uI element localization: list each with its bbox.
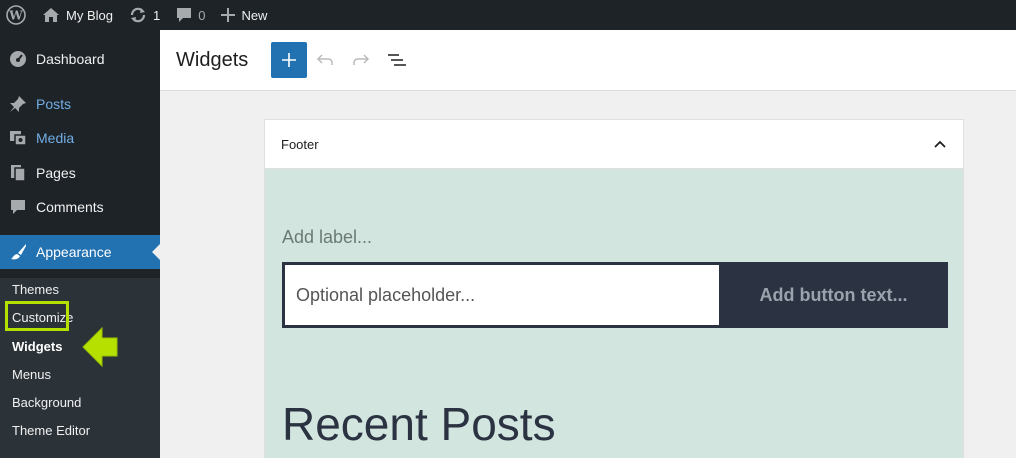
widget-area-title: Footer [281,136,319,152]
plus-icon [282,53,296,67]
submenu-background[interactable]: Background [12,393,81,413]
search-block: Optional placeholder... Add button text.… [282,262,948,328]
updates-icon [129,7,147,23]
pages-icon [0,164,36,182]
sidebar-item-comments[interactable]: Comments [0,190,160,224]
new-content-link[interactable]: New [213,0,275,30]
page-title: Widgets [176,48,249,71]
submenu-widgets[interactable]: Widgets [12,337,62,357]
comment-bubble-icon [176,7,192,23]
site-name: My Blog [66,7,113,23]
dashboard-icon [0,50,36,68]
widget-area-footer: Footer Add label... Optional placeholder… [264,119,964,458]
sidebar-item-label: Pages [36,165,76,181]
widgets-highlight-box [5,301,69,331]
wordpress-icon: W [6,5,26,25]
media-icon [0,129,36,147]
redo-icon [353,54,370,65]
widget-area-content: Add label... Optional placeholder... Add… [265,169,963,458]
updates-count: 1 [152,7,161,23]
undo-icon [316,54,333,65]
sidebar-item-pages[interactable]: Pages [0,156,160,190]
sidebar-item-label: Appearance [36,244,112,260]
sidebar-item-label: Media [36,130,75,146]
undo-button[interactable] [307,42,343,78]
plus-icon [221,8,236,22]
add-block-button[interactable] [271,42,307,78]
sidebar-item-label: Posts [36,96,72,112]
brush-icon [0,243,36,261]
updates-link[interactable]: 1 [121,0,168,30]
widget-area-header[interactable]: Footer [265,120,963,169]
comments-icon [0,198,36,216]
chevron-up-icon[interactable] [933,139,947,149]
editor-header: Widgets [160,30,1016,91]
list-view-icon [388,54,406,66]
wordpress-logo-button[interactable]: W [0,0,34,30]
sidebar-item-dashboard[interactable]: Dashboard [0,42,160,76]
search-button-text-field[interactable]: Add button text... [719,262,948,328]
submenu-menus[interactable]: Menus [12,365,51,385]
submenu-themes[interactable]: Themes [12,280,59,300]
search-label-field[interactable]: Add label... [282,227,372,248]
sidebar-item-posts[interactable]: Posts [0,87,160,121]
site-name-link[interactable]: My Blog [34,0,121,30]
callout-arrow-icon [82,326,118,368]
list-view-button[interactable] [379,42,415,78]
svg-text:W: W [8,9,23,23]
sidebar-item-label: Dashboard [36,51,105,67]
sidebar-item-appearance[interactable]: Appearance [0,235,160,269]
admin-bar: W My Blog 1 0 New [0,0,1016,30]
current-menu-notch [152,244,160,260]
pin-icon [0,95,36,113]
comments-count: 0 [198,7,206,23]
home-icon [42,7,60,23]
search-placeholder-field[interactable]: Optional placeholder... [285,265,719,325]
comments-link[interactable]: 0 [168,0,213,30]
sidebar-item-media[interactable]: Media [0,121,160,155]
sidebar-item-label: Comments [36,199,104,215]
redo-button[interactable] [343,42,379,78]
new-label: New [241,7,268,23]
submenu-theme-editor[interactable]: Theme Editor [12,421,90,441]
recent-posts-heading[interactable]: Recent Posts [282,397,556,451]
